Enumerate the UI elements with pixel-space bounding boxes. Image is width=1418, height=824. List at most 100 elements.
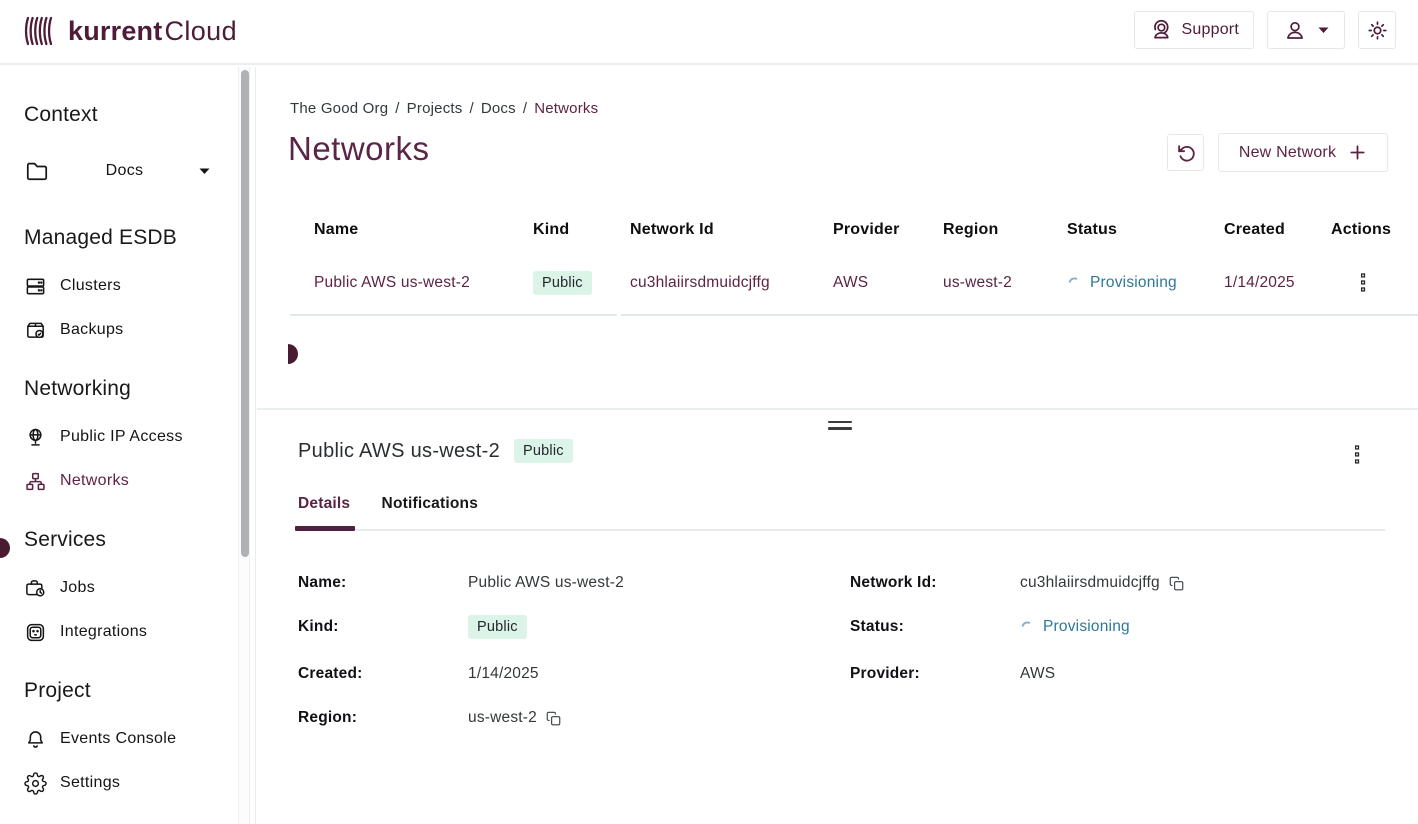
- sidebar-item-label: Public IP Access: [60, 428, 183, 446]
- row-actions-kebab-button[interactable]: [1353, 269, 1373, 296]
- breadcrumb-projects[interactable]: Projects: [407, 100, 463, 117]
- plus-icon: [1348, 143, 1367, 162]
- column-header-actions: Actions: [1331, 221, 1418, 239]
- field-kind-label: Kind:: [298, 618, 468, 636]
- field-kind-badge: Public: [468, 615, 527, 639]
- copy-icon: [1169, 576, 1184, 591]
- user-icon: [1283, 18, 1307, 42]
- sidebar-item-label: Networks: [60, 472, 129, 490]
- detail-tabs: Details Notifications: [298, 495, 1385, 531]
- briefcase-clock-icon: [24, 577, 47, 600]
- column-header-kind: Kind: [533, 221, 630, 239]
- sidebar-item-label: Clusters: [60, 277, 121, 295]
- refresh-button[interactable]: [1167, 134, 1204, 171]
- clusters-icon: [24, 275, 47, 298]
- provisioning-spinner-icon: [1067, 276, 1082, 291]
- brand-logo: kurrent Cloud: [24, 13, 237, 49]
- tab-notifications[interactable]: Notifications: [382, 495, 478, 527]
- cell-network-id: cu3hlaiirsdmuidcjffg: [630, 274, 833, 292]
- cell-actions: [1331, 269, 1418, 297]
- context-project-selector[interactable]: Docs: [24, 153, 210, 189]
- pane-divider: [257, 408, 1418, 410]
- sidebar-item-integrations[interactable]: Integrations: [24, 617, 255, 647]
- sidebar-item-public-ip-access[interactable]: Public IP Access: [24, 422, 255, 452]
- logo-text: kurrent: [68, 16, 162, 47]
- pane-drag-handle[interactable]: [828, 419, 852, 431]
- field-name: Name: Public AWS us-west-2: [298, 571, 624, 595]
- table-row[interactable]: Public AWS us-west-2 Public cu3hlaiirsdm…: [290, 251, 1418, 315]
- cell-created: 1/14/2025: [1224, 274, 1331, 292]
- header-actions: Support: [1134, 11, 1396, 49]
- main-content: The Good Org / Projects / Docs / Network…: [257, 67, 1418, 824]
- sun-icon: [1366, 19, 1389, 42]
- cell-status: Provisioning: [1067, 274, 1224, 292]
- detail-title: Public AWS us-west-2: [298, 440, 500, 463]
- field-region-label: Region:: [298, 709, 468, 727]
- cell-provider: AWS: [833, 274, 943, 292]
- copy-network-id-button[interactable]: [1169, 576, 1184, 591]
- new-network-label: New Network: [1239, 144, 1336, 162]
- networks-table-header: Name Kind Network Id Provider Region Sta…: [290, 212, 1418, 247]
- field-region: Region: us-west-2: [298, 706, 561, 730]
- sidebar-item-label: Events Console: [60, 730, 176, 748]
- selected-row-indicator: [288, 344, 298, 364]
- field-name-label: Name:: [298, 574, 468, 592]
- support-button[interactable]: Support: [1134, 11, 1254, 49]
- tab-details[interactable]: Details: [298, 495, 350, 527]
- sidebar-item-events-console[interactable]: Events Console: [24, 724, 255, 754]
- breadcrumb: The Good Org / Projects / Docs / Network…: [290, 100, 598, 117]
- field-name-value: Public AWS us-west-2: [468, 574, 624, 592]
- top-header: kurrent Cloud Support: [0, 0, 1418, 65]
- backups-icon: [24, 319, 47, 342]
- breadcrumb-separator: /: [469, 100, 473, 117]
- sidebar-item-backups[interactable]: Backups: [24, 315, 255, 345]
- sidebar-heading-networking: Networking: [24, 374, 255, 404]
- logo-suffix: Cloud: [164, 16, 237, 47]
- sidebar-heading-managed-esdb: Managed ESDB: [24, 223, 255, 253]
- column-header-name: Name: [314, 221, 533, 239]
- table-header-divider-right: [621, 314, 1418, 316]
- sidebar-scrollbar-thumb[interactable]: [241, 70, 249, 557]
- gear-icon: [24, 772, 47, 795]
- column-header-created: Created: [1224, 221, 1331, 239]
- detail-actions-kebab-button[interactable]: [1347, 441, 1367, 468]
- power-outlet-icon: [24, 621, 47, 644]
- field-status-label: Status:: [850, 618, 1020, 636]
- sidebar-scrollbar-track[interactable]: [238, 67, 250, 824]
- breadcrumb-org[interactable]: The Good Org: [290, 100, 388, 117]
- new-network-button[interactable]: New Network: [1218, 133, 1388, 172]
- column-header-provider: Provider: [833, 221, 943, 239]
- field-created: Created: 1/14/2025: [298, 662, 539, 686]
- sidebar-heading-context: Context: [24, 100, 255, 130]
- field-provider: Provider: AWS: [850, 662, 1055, 686]
- sidebar-item-clusters[interactable]: Clusters: [24, 271, 255, 301]
- account-menu-button[interactable]: [1267, 11, 1345, 49]
- page-title: Networks: [288, 130, 430, 168]
- sidebar-item-settings[interactable]: Settings: [24, 768, 255, 798]
- breadcrumb-project-docs[interactable]: Docs: [481, 100, 516, 117]
- kind-badge: Public: [533, 271, 592, 295]
- sidebar-heading-project: Project: [24, 676, 255, 706]
- support-headset-icon: [1149, 18, 1173, 42]
- sidebar-item-label: Settings: [60, 774, 120, 792]
- field-network-id: Network Id: cu3hlaiirsdmuidcjffg: [850, 571, 1184, 595]
- table-header-divider-left: [290, 314, 617, 316]
- theme-toggle-button[interactable]: [1358, 11, 1396, 49]
- sidebar-item-networks[interactable]: Networks: [24, 466, 255, 496]
- cell-kind: Public: [533, 271, 630, 295]
- field-region-value: us-west-2: [468, 709, 537, 727]
- provisioning-spinner-icon: [1020, 620, 1035, 635]
- bell-icon: [24, 728, 47, 751]
- sidebar-item-label: Integrations: [60, 623, 147, 641]
- copy-region-button[interactable]: [546, 711, 561, 726]
- active-item-indicator: [0, 538, 10, 558]
- networks-sitemap-icon: [24, 470, 47, 493]
- sidebar-item-label: Jobs: [60, 579, 95, 597]
- column-header-network-id: Network Id: [630, 221, 833, 239]
- cell-name[interactable]: Public AWS us-west-2: [314, 274, 533, 292]
- folder-icon: [24, 158, 50, 184]
- breadcrumb-separator: /: [395, 100, 399, 117]
- sidebar-item-jobs[interactable]: Jobs: [24, 573, 255, 603]
- field-kind: Kind: Public: [298, 615, 527, 639]
- refresh-icon: [1175, 142, 1197, 164]
